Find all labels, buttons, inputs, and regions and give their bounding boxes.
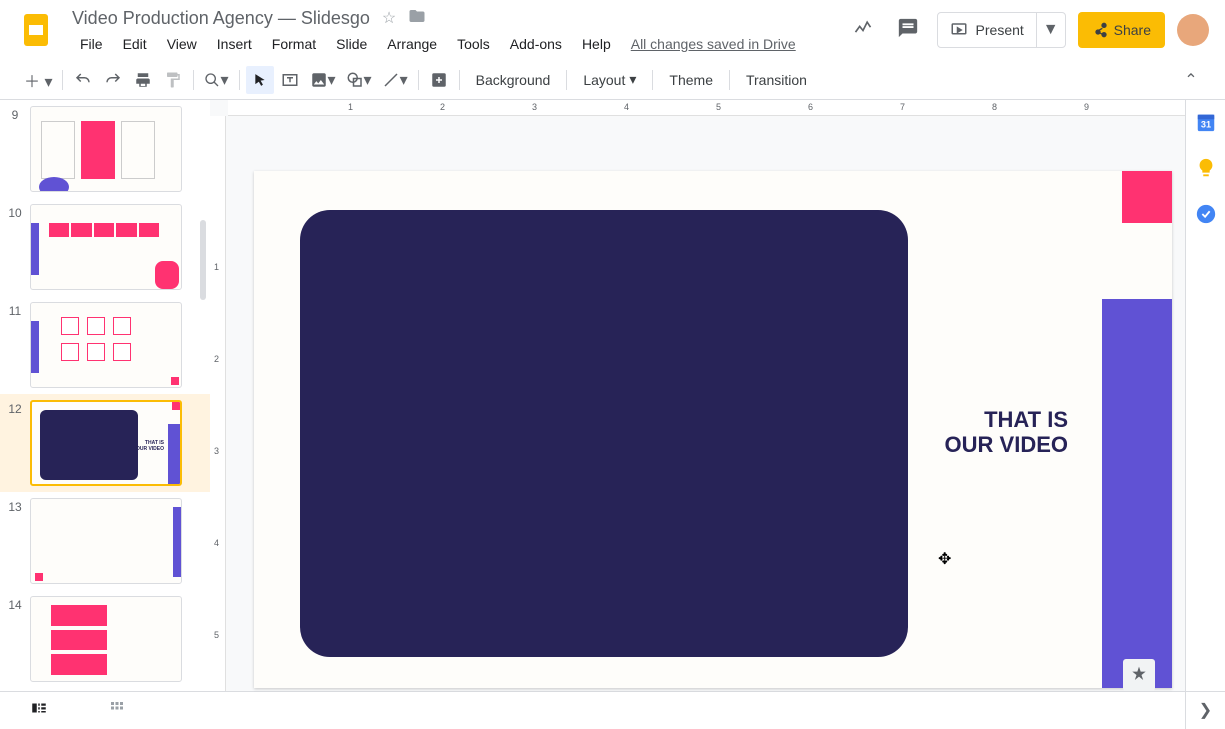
present-button[interactable]: Present ▼ [937, 12, 1066, 48]
grid-view-icon[interactable] [108, 699, 126, 722]
keep-icon[interactable] [1194, 156, 1218, 180]
folder-icon[interactable] [408, 7, 426, 30]
thumbnail-14[interactable]: 14 [0, 590, 210, 688]
scrollbar-thumb[interactable] [200, 220, 206, 300]
comment-tool[interactable] [425, 66, 453, 94]
activity-icon[interactable] [847, 12, 879, 49]
line-tool[interactable]: ▾ [378, 66, 412, 94]
menu-insert[interactable]: Insert [209, 34, 260, 54]
menu-file[interactable]: File [72, 34, 111, 54]
zoom-button[interactable]: ▾ [200, 66, 232, 94]
calendar-icon[interactable]: 31 [1194, 110, 1218, 134]
show-side-panel-icon[interactable]: ❯ [1185, 691, 1225, 729]
main-area: 9 10 11 12 THAT ISOUR VIDEO 13 14 1 2 3 [0, 100, 1225, 691]
slide-title-text[interactable]: THAT IS OUR VIDEO [945, 407, 1068, 458]
navy-rounded-shape[interactable] [300, 210, 908, 657]
menu-format[interactable]: Format [264, 34, 324, 54]
transition-button[interactable]: Transition [736, 66, 817, 94]
footer [0, 691, 1225, 729]
shape-tool[interactable]: ▾ [342, 66, 376, 94]
undo-button[interactable] [69, 66, 97, 94]
menu-tools[interactable]: Tools [449, 34, 498, 54]
slides-logo[interactable] [16, 10, 56, 50]
thumbnail-10[interactable]: 10 [0, 198, 210, 296]
menu-addons[interactable]: Add-ons [502, 34, 570, 54]
comment-icon[interactable] [891, 11, 925, 50]
select-tool[interactable] [246, 66, 274, 94]
print-button[interactable] [129, 66, 157, 94]
present-label: Present [976, 22, 1024, 38]
thumbnail-12[interactable]: 12 THAT ISOUR VIDEO [0, 394, 210, 492]
thumbnail-11[interactable]: 11 [0, 296, 210, 394]
menu-arrange[interactable]: Arrange [379, 34, 445, 54]
thumbnail-panel[interactable]: 9 10 11 12 THAT ISOUR VIDEO 13 14 [0, 100, 210, 691]
ruler-vertical[interactable]: 1 2 3 4 5 [210, 116, 226, 691]
layout-button[interactable]: Layout ▾ [573, 66, 646, 94]
theme-button[interactable]: Theme [659, 66, 723, 94]
side-panel: 31 [1185, 100, 1225, 691]
slide[interactable]: THAT IS OUR VIDEO ✥ [254, 171, 1172, 688]
menu-edit[interactable]: Edit [115, 34, 155, 54]
toolbar: ＋ ▾ ▾ ▾ ▾ ▾ Background Layout ▾ Theme Tr… [0, 60, 1225, 100]
menu-view[interactable]: View [159, 34, 205, 54]
user-avatar[interactable] [1177, 14, 1209, 46]
slide-canvas[interactable]: THAT IS OUR VIDEO ✥ [226, 116, 1185, 691]
present-dropdown[interactable]: ▼ [1036, 13, 1065, 47]
menu-slide[interactable]: Slide [328, 34, 375, 54]
textbox-tool[interactable] [276, 66, 304, 94]
tasks-icon[interactable] [1194, 202, 1218, 226]
pink-square-shape[interactable] [1122, 171, 1172, 223]
collapse-toolbar-icon[interactable]: ⌃ [1177, 66, 1205, 94]
doc-title[interactable]: Video Production Agency — Slidesgo [72, 8, 370, 29]
ruler-horizontal[interactable]: 1 2 3 4 5 6 7 8 9 [228, 100, 1185, 116]
share-button[interactable]: Share [1078, 12, 1165, 48]
saved-status[interactable]: All changes saved in Drive [623, 34, 804, 54]
purple-bar-shape[interactable] [1102, 299, 1172, 688]
new-slide-button[interactable]: ＋ ▾ [20, 66, 56, 94]
canvas-area: 1 2 3 4 5 6 7 8 9 1 2 3 4 5 [210, 100, 1185, 691]
share-label: Share [1114, 22, 1151, 38]
image-tool[interactable]: ▾ [306, 66, 340, 94]
thumbnail-9[interactable]: 9 [0, 100, 210, 198]
menu-bar: File Edit View Insert Format Slide Arran… [72, 34, 847, 54]
header: Video Production Agency — Slidesgo ☆ Fil… [0, 0, 1225, 60]
explore-button[interactable] [1123, 659, 1155, 691]
svg-text:31: 31 [1200, 120, 1210, 130]
thumbnail-13[interactable]: 13 [0, 492, 210, 590]
move-cursor-icon: ✥ [938, 549, 951, 569]
filmstrip-view-icon[interactable] [30, 699, 48, 722]
background-button[interactable]: Background [466, 66, 561, 94]
title-area: Video Production Agency — Slidesgo ☆ Fil… [72, 6, 847, 54]
paint-format-button[interactable] [159, 66, 187, 94]
menu-help[interactable]: Help [574, 34, 619, 54]
redo-button[interactable] [99, 66, 127, 94]
star-icon[interactable]: ☆ [382, 8, 396, 28]
